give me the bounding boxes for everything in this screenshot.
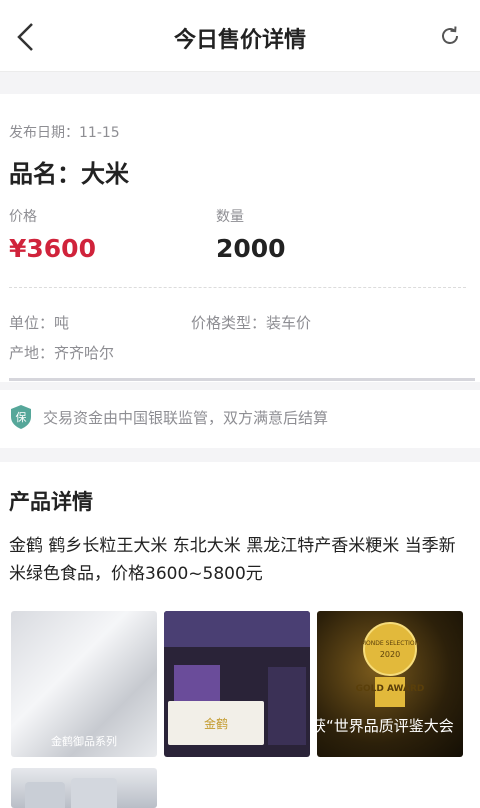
booth-wall (268, 667, 306, 745)
product-image-2[interactable]: 金鹤 (164, 611, 310, 757)
price-type-text: 价格类型：装车价 (191, 314, 312, 332)
price-value: ¥3600 (9, 234, 96, 263)
section-divider (0, 448, 480, 462)
silo (71, 778, 117, 808)
booth-logo-text: 金鹤 (203, 717, 228, 731)
product-image-3[interactable]: MONDE SELECTION 2020 GOLD AWARD 获“世界品质评鉴… (317, 611, 463, 757)
origin-text: 产地：齐齐哈尔 (9, 344, 115, 362)
unit-text: 单位：吨 (9, 314, 70, 332)
section-divider (0, 72, 480, 94)
price-label: 价格 (9, 209, 37, 225)
product-description: 金鹤 鹤乡长粒王大米 东北大米 黑龙江特产香米粳米 当季新米绿色食品，价格360… (9, 536, 456, 584)
image-caption: 获“世界品质评鉴大会 (317, 717, 454, 735)
svg-text:MONDE SELECTION: MONDE SELECTION (361, 640, 419, 647)
notice-text: 交易资金由中国银联监管，双方满意后结算 (43, 409, 329, 427)
booth-counter: 金鹤 (168, 701, 264, 745)
dashed-divider (9, 287, 466, 288)
image-caption: 金鹤御品系列 (51, 735, 117, 748)
silo (25, 782, 65, 808)
page-title: 今日售价详情 (173, 28, 306, 53)
shield-icon: 保 (11, 405, 31, 429)
svg-text:2020: 2020 (380, 650, 400, 659)
publish-date: 发布日期：11-15 (9, 125, 120, 141)
quantity-label: 数量 (216, 209, 244, 225)
gold-award-badge: MONDE SELECTION 2020 GOLD AWARD (356, 622, 425, 707)
booth-banner (164, 611, 310, 647)
quantity-value: 2000 (216, 234, 286, 263)
card-bottom-bar (9, 378, 475, 381)
booth-screen (174, 665, 220, 705)
product-image-1[interactable]: 金鹤御品系列 (11, 611, 157, 757)
section-divider (0, 382, 480, 390)
listing-card: 发布日期：11-15 品名：大米 价格 ¥3600 数量 2000 单位：吨 价… (0, 94, 480, 382)
product-image-4[interactable] (11, 768, 157, 808)
svg-text:GOLD AWARD: GOLD AWARD (356, 684, 425, 694)
refresh-icon[interactable] (438, 24, 462, 48)
product-detail-section: 产品详情 金鹤 鹤乡长粒王大米 东北大米 黑龙江特产香米粳米 当季新米绿色食品，… (0, 462, 480, 808)
escrow-notice: 保 交易资金由中国银联监管，双方满意后结算 (0, 390, 480, 448)
svg-text:保: 保 (16, 410, 27, 424)
product-detail-title: 产品详情 (9, 490, 93, 514)
header-bar: 今日售价详情 (0, 0, 480, 72)
product-name: 品名：大米 (9, 160, 129, 188)
